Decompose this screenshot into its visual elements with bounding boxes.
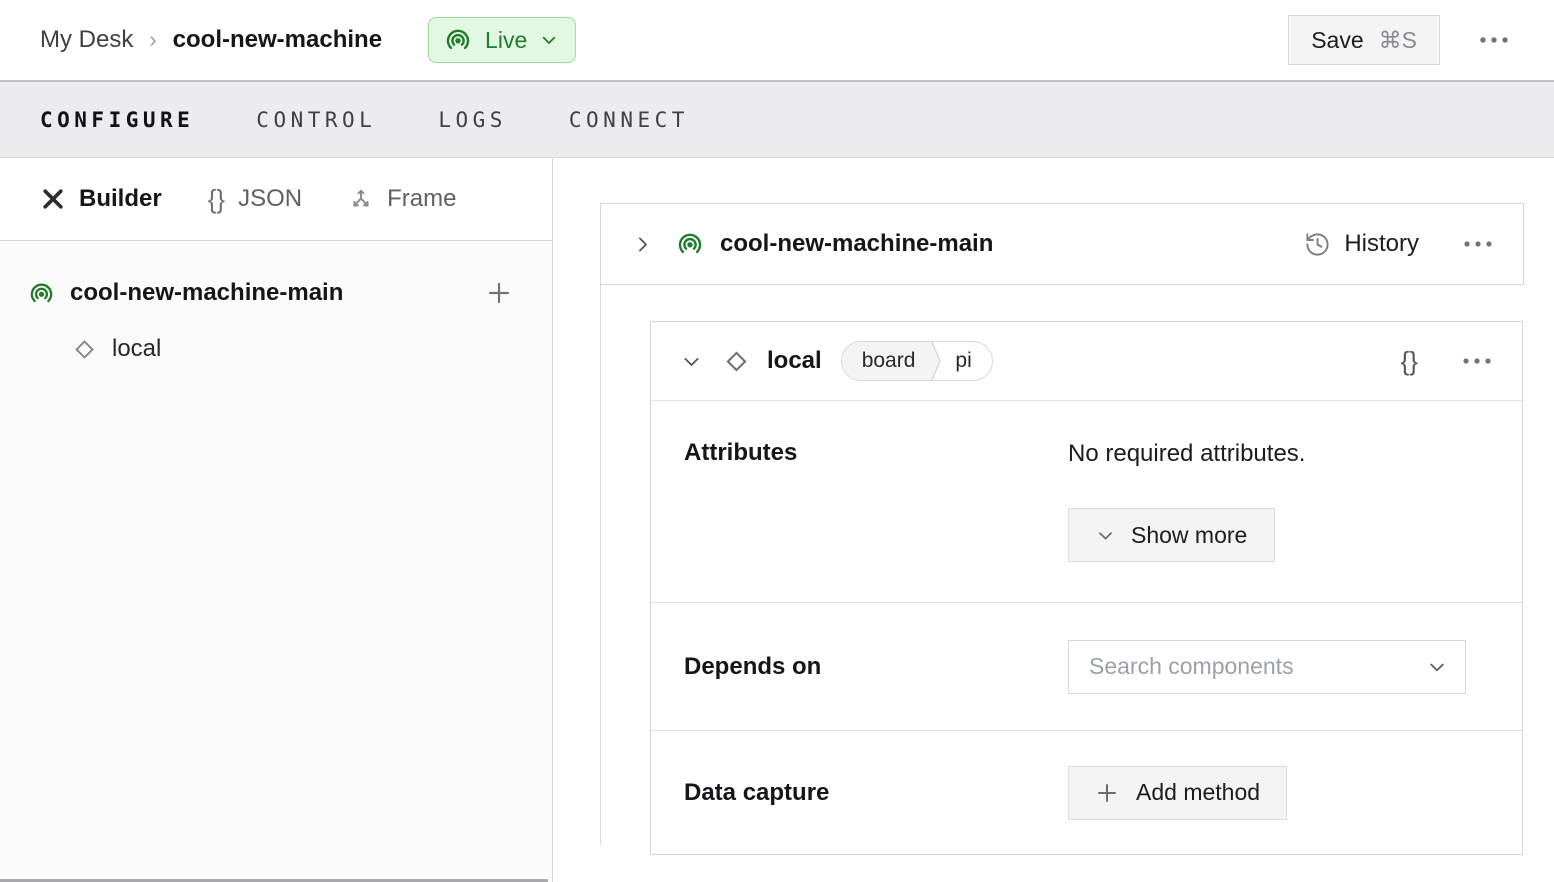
- app-window: My Desk › cool-new-machine Live Save ⌘S: [0, 0, 1554, 882]
- breadcrumb-machine-name: cool-new-machine: [173, 26, 382, 54]
- add-method-button[interactable]: Add method: [1068, 766, 1287, 820]
- attributes-label: Attributes: [684, 439, 1068, 562]
- tree-connector-line: [600, 285, 601, 845]
- component-model: pi: [943, 342, 991, 380]
- depends-on-label: Depends on: [684, 653, 1068, 681]
- tree-item-local[interactable]: local: [28, 325, 512, 373]
- breadcrumb-separator-icon: ›: [149, 27, 156, 53]
- badge-divider-icon: [927, 342, 943, 380]
- breadcrumb-my-desk[interactable]: My Desk: [40, 26, 133, 54]
- tree-local-label: local: [112, 335, 161, 363]
- depends-on-section: Depends on Search components: [651, 603, 1522, 731]
- viam-machine-icon: [28, 280, 55, 307]
- add-method-label: Add method: [1136, 779, 1260, 806]
- component-card-header: local board pi {}: [651, 322, 1522, 401]
- chevron-down-icon: [540, 31, 558, 49]
- depends-on-placeholder: Search components: [1089, 653, 1427, 680]
- tab-configure[interactable]: CONFIGURE: [40, 108, 194, 132]
- show-more-button[interactable]: Show more: [1068, 508, 1275, 562]
- tree-machine-main-label: cool-new-machine-main: [70, 279, 471, 307]
- machine-status-dropdown[interactable]: Live: [428, 17, 576, 63]
- frame-axes-icon: [348, 186, 374, 212]
- component-card-overflow-menu-icon[interactable]: [1462, 357, 1492, 365]
- braces-icon: {}: [208, 186, 225, 212]
- component-type: board: [842, 342, 928, 380]
- diamond-icon: [723, 348, 750, 375]
- tab-control[interactable]: CONTROL: [256, 108, 376, 132]
- header-overflow-menu-icon[interactable]: [1478, 36, 1510, 44]
- chevron-right-icon[interactable]: [632, 234, 653, 255]
- chevron-down-icon: [1096, 526, 1115, 545]
- mode-builder[interactable]: Builder: [40, 185, 162, 213]
- depends-on-select[interactable]: Search components: [1068, 640, 1466, 694]
- main-tab-bar: CONFIGURE CONTROL LOGS CONNECT: [0, 80, 1554, 158]
- diamond-icon: [72, 337, 97, 362]
- configure-sidebar: Builder {} JSON Frame: [0, 158, 553, 882]
- plus-icon: [1095, 781, 1119, 805]
- machine-part-tree: cool-new-machine-main local: [0, 241, 552, 879]
- history-button[interactable]: History: [1304, 230, 1419, 258]
- view-json-braces-icon[interactable]: {}: [1401, 346, 1418, 377]
- live-status-label: Live: [485, 27, 527, 54]
- show-more-label: Show more: [1131, 522, 1247, 549]
- add-component-icon[interactable]: [486, 280, 512, 306]
- tree-item-machine-main[interactable]: cool-new-machine-main: [28, 269, 512, 317]
- data-capture-section: Data capture Add method: [651, 731, 1522, 854]
- viam-live-icon: [444, 26, 472, 54]
- main-panel: cool-new-machine-main History: [553, 158, 1554, 882]
- component-name: local: [767, 347, 822, 375]
- breadcrumb: My Desk › cool-new-machine: [40, 26, 382, 54]
- attributes-section: Attributes No required attributes. Show …: [651, 401, 1522, 603]
- content-area: Builder {} JSON Frame: [0, 158, 1554, 882]
- machine-card-overflow-menu-icon[interactable]: [1463, 240, 1493, 248]
- save-button[interactable]: Save ⌘S: [1288, 15, 1440, 65]
- tab-logs[interactable]: LOGS: [438, 108, 507, 132]
- builder-tools-icon: [40, 186, 66, 212]
- mode-json[interactable]: {} JSON: [208, 185, 302, 213]
- top-header: My Desk › cool-new-machine Live Save ⌘S: [0, 0, 1554, 80]
- data-capture-label: Data capture: [684, 779, 1068, 807]
- chevron-down-icon[interactable]: [681, 351, 702, 372]
- save-button-label: Save: [1311, 27, 1363, 54]
- mode-frame-label: Frame: [387, 185, 456, 213]
- history-button-label: History: [1344, 230, 1419, 258]
- save-shortcut-hint: ⌘S: [1379, 27, 1417, 54]
- machine-part-title: cool-new-machine-main: [720, 230, 1304, 258]
- view-mode-toggle: Builder {} JSON Frame: [0, 158, 552, 241]
- history-clock-icon: [1304, 231, 1331, 258]
- tab-connect[interactable]: CONNECT: [569, 108, 689, 132]
- mode-json-label: JSON: [238, 185, 302, 213]
- component-card-local: local board pi {} A: [650, 321, 1523, 855]
- mode-builder-label: Builder: [79, 185, 162, 213]
- component-type-badge: board pi: [841, 341, 993, 381]
- attributes-empty-message: No required attributes.: [1068, 439, 1305, 469]
- chevron-down-icon: [1427, 657, 1447, 677]
- mode-frame[interactable]: Frame: [348, 185, 456, 213]
- viam-machine-icon: [676, 230, 704, 258]
- machine-part-card-header: cool-new-machine-main History: [600, 203, 1524, 285]
